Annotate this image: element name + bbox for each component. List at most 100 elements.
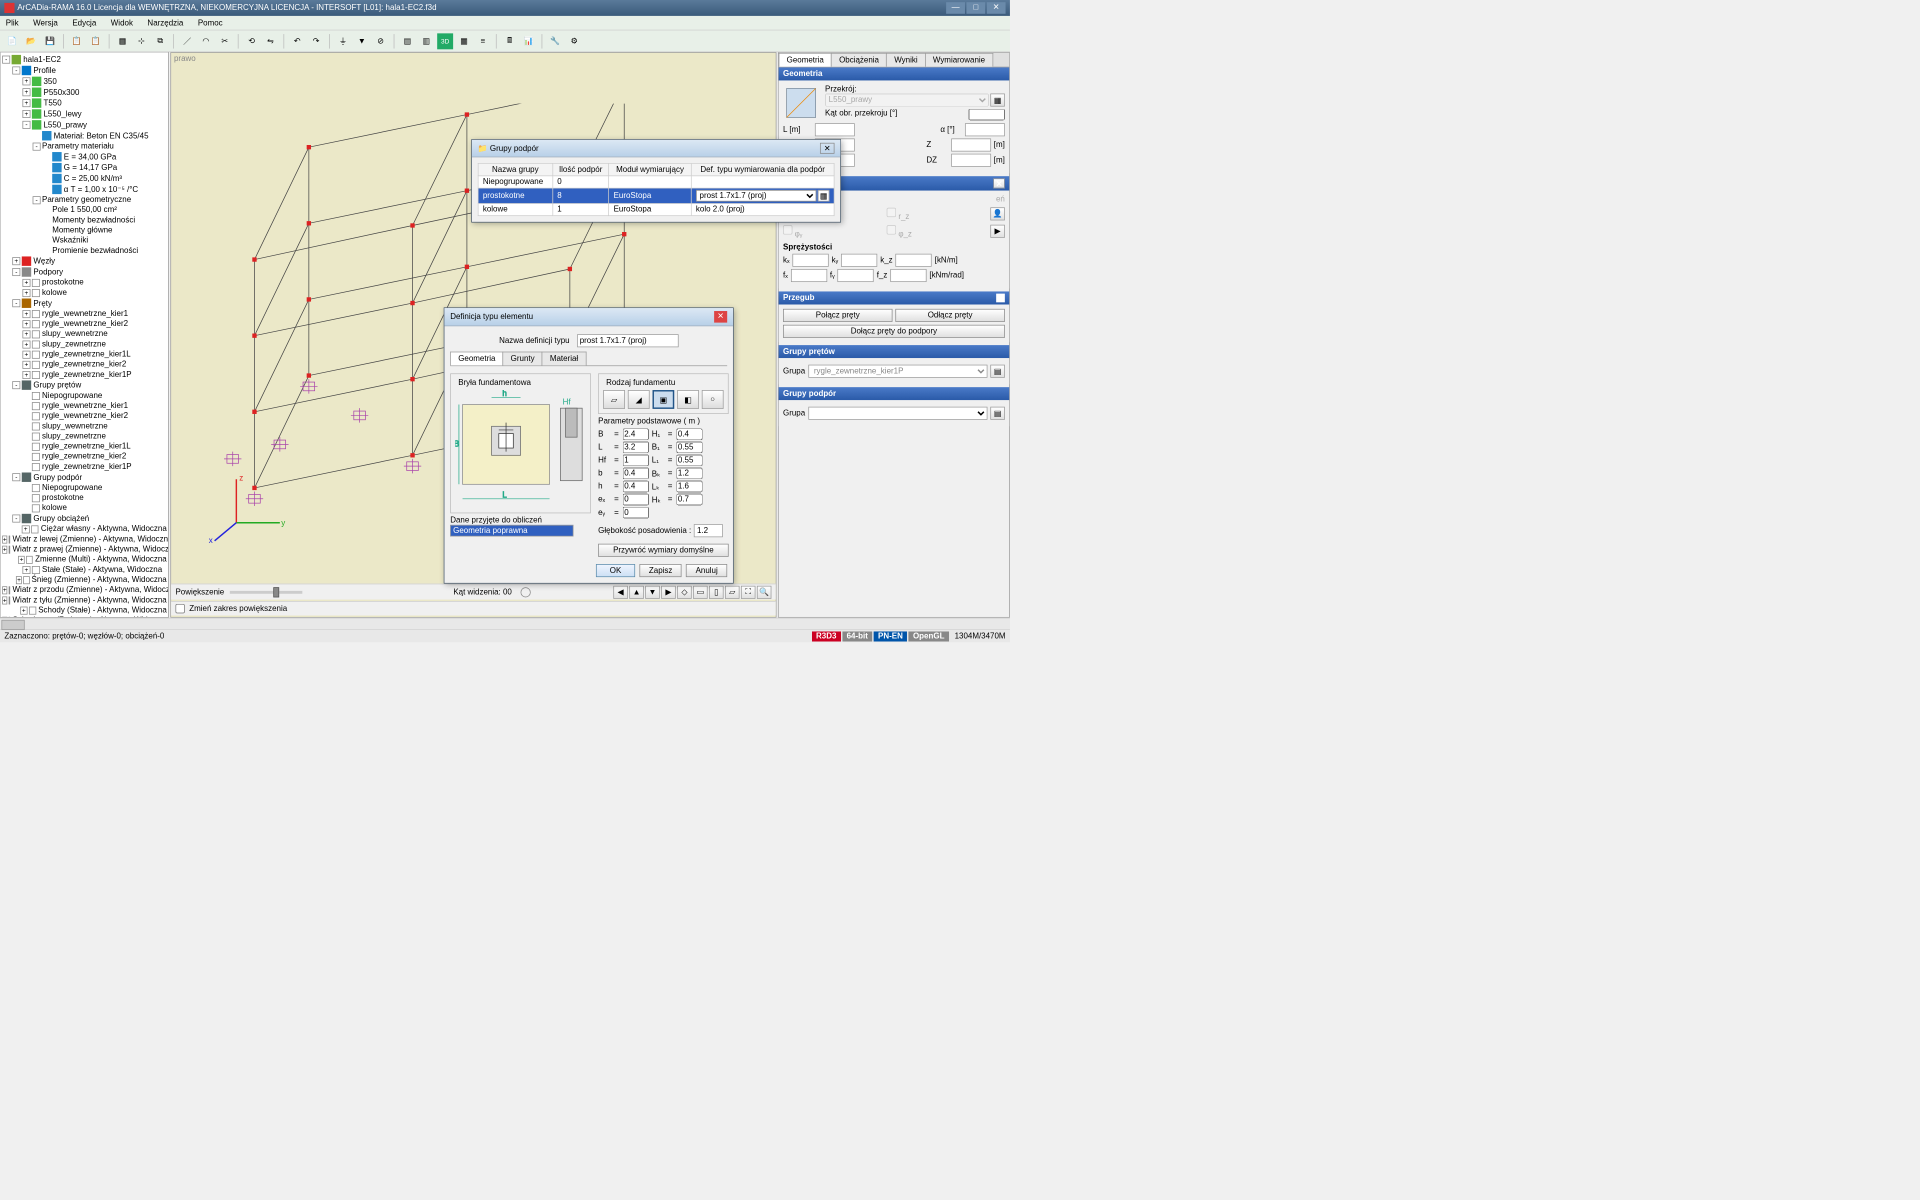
frame-icon[interactable]: ⧉ (152, 33, 168, 49)
expand-icon[interactable]: + (22, 88, 30, 96)
table-icon[interactable]: ▤ (399, 33, 415, 49)
param-eᵧ-input[interactable] (623, 507, 649, 519)
fz-input[interactable] (890, 269, 926, 282)
maximize-button[interactable]: □ (966, 2, 985, 14)
table-row[interactable]: Niepogrupowane0 (478, 176, 834, 188)
tree-node[interactable]: rygle_wewnetrzne_kier1 (2, 401, 167, 411)
redo-icon[interactable]: ↷ (308, 33, 324, 49)
expand-icon[interactable]: + (22, 361, 30, 369)
filter-icon[interactable]: ⏚ (335, 33, 351, 49)
expand-icon[interactable]: + (18, 556, 25, 564)
visibility-checkbox[interactable] (32, 289, 40, 297)
visibility-checkbox[interactable] (32, 422, 40, 430)
close-button[interactable]: ✕ (987, 2, 1006, 14)
fx-input[interactable] (791, 269, 827, 282)
visibility-checkbox[interactable] (32, 402, 40, 410)
expand-icon[interactable]: + (22, 371, 30, 379)
tree-node[interactable]: +rygle_zewnetrzne_kier2 (2, 360, 167, 370)
tree-node[interactable]: +rygle_wewnetrzne_kier2 (2, 319, 167, 329)
dlg2-tab-geometria[interactable]: Geometria (450, 352, 503, 366)
fy-input[interactable] (838, 269, 874, 282)
param-L₁-input[interactable] (676, 455, 702, 467)
tree-node[interactable]: +P550x300 (2, 87, 167, 98)
dlg2-tab-materiał[interactable]: Materiał (542, 352, 586, 366)
tree-node[interactable]: kolowe (2, 503, 167, 513)
kz-input[interactable] (896, 254, 932, 267)
menu-pomoc[interactable]: Pomoc (195, 17, 226, 29)
menu-narzędzia[interactable]: Narzędzia (145, 17, 187, 29)
param-h-input[interactable] (623, 481, 649, 493)
tree-node[interactable]: α T = 1,00 x 10⁻⁵ /°C (2, 184, 167, 195)
tree-node[interactable]: +prostokotne (2, 278, 167, 288)
ky-input[interactable] (841, 254, 877, 267)
support-groups-table[interactable]: Nazwa grupyIlość podpórModuł wymiarujący… (478, 163, 835, 216)
save-button[interactable]: Zapisz (639, 564, 681, 577)
expand-icon[interactable]: + (16, 576, 22, 584)
collapse-icon[interactable]: - (12, 67, 20, 75)
expand-icon[interactable]: + (22, 99, 30, 107)
view-fit-icon[interactable]: ⛶ (741, 585, 756, 598)
param-L-input[interactable] (623, 442, 649, 454)
open-icon[interactable]: 📂 (23, 33, 39, 49)
arc-icon[interactable]: ◠ (198, 33, 214, 49)
tree-node[interactable]: +Schody (Stałe) - Aktywna, Widoczna (2, 605, 167, 615)
expand-icon[interactable]: + (20, 606, 27, 614)
project-tree[interactable]: -hala1-EC2-Profile+350+P550x300+T550+L55… (0, 52, 169, 618)
expand-icon[interactable]: + (22, 340, 30, 348)
dialog1-close-icon[interactable]: ✕ (820, 143, 835, 154)
expand-icon[interactable]: + (22, 351, 30, 359)
visibility-checkbox[interactable] (32, 320, 40, 328)
collapse-icon[interactable]: - (12, 268, 20, 276)
tree-node[interactable]: -hala1-EC2 (2, 54, 167, 65)
tree-node[interactable]: +T550 (2, 98, 167, 109)
tree-node[interactable]: -Parametry geometryczne (2, 195, 167, 205)
visibility-checkbox[interactable] (32, 361, 40, 369)
param-eₓ-input[interactable] (623, 494, 649, 506)
tree-node[interactable]: Materiał: Beton EN C35/45 (2, 131, 167, 142)
expand-icon[interactable]: + (22, 330, 30, 338)
tree-node[interactable]: Niepogrupowane (2, 483, 167, 493)
expand-icon[interactable]: + (22, 320, 30, 328)
bar-group-select[interactable]: rygle_zewnetrzne_kier1P (808, 365, 987, 378)
expand-icon[interactable]: + (22, 110, 30, 118)
expand-icon[interactable]: + (2, 596, 7, 604)
alpha-input[interactable] (965, 123, 1005, 136)
menu-edycja[interactable]: Edycja (69, 17, 99, 29)
collapse-icon[interactable]: - (12, 299, 20, 307)
table-row[interactable]: kolowe1EuroStopakolo 2.0 (proj) (478, 203, 834, 215)
tree-node[interactable]: -Pręty (2, 298, 167, 309)
matrix-icon[interactable]: ▦ (456, 33, 472, 49)
expand-icon[interactable]: + (22, 78, 30, 86)
snap-icon[interactable]: ⊹ (133, 33, 149, 49)
tree-node[interactable]: Momenty główne (2, 225, 167, 235)
foundation-type-5[interactable]: ○ (702, 390, 724, 409)
tree-node[interactable]: E = 34,00 GPa (2, 152, 167, 163)
table2-icon[interactable]: ▥ (418, 33, 434, 49)
visibility-checkbox[interactable] (32, 412, 40, 420)
expand-icon[interactable]: + (2, 535, 7, 543)
param-Lₖ-input[interactable] (676, 481, 702, 493)
DZ-input[interactable] (951, 154, 991, 167)
tree-node[interactable]: +Stałe (Stałe) - Aktywna, Widoczna (2, 565, 167, 575)
visibility-checkbox[interactable] (32, 566, 40, 574)
restore-defaults-button[interactable]: Przywróć wymiary domyślne (598, 544, 729, 557)
mirror-icon[interactable]: ⇋ (262, 33, 278, 49)
collapse-icon[interactable]: - (2, 56, 10, 64)
tree-node[interactable]: rygle_zewnetrzne_kier1L (2, 442, 167, 452)
visibility-checkbox[interactable] (32, 371, 40, 379)
tree-node[interactable]: Promienie bezwładności (2, 246, 167, 256)
tree-node[interactable]: +Wiatr z lewej (Zmienne) - Aktywna, Wido… (2, 534, 167, 544)
visibility-checkbox[interactable] (9, 586, 10, 594)
undo-icon[interactable]: ↶ (289, 33, 305, 49)
dim-type-select[interactable]: prost 1.7x1.7 (proj) (696, 190, 816, 202)
visibility-checkbox[interactable] (26, 556, 33, 564)
tree-node[interactable]: +Wiatr z tyłu (Zmienne) - Aktywna, Widoc… (2, 595, 167, 605)
tree-node[interactable]: slupy_zewnetrzne (2, 431, 167, 441)
tree-node[interactable]: +Wiatr z prawej (Zmienne) - Aktywna, Wid… (2, 544, 167, 554)
view-top-icon[interactable]: ▱ (725, 585, 740, 598)
minimize-button[interactable]: — (946, 2, 965, 14)
connect-bars-button[interactable]: Połącz pręty (783, 309, 892, 322)
tree-node[interactable]: -L550_prawy (2, 120, 167, 131)
view-nav-down-icon[interactable]: ▼ (645, 585, 660, 598)
view-nav-left-icon[interactable]: ◀ (613, 585, 628, 598)
